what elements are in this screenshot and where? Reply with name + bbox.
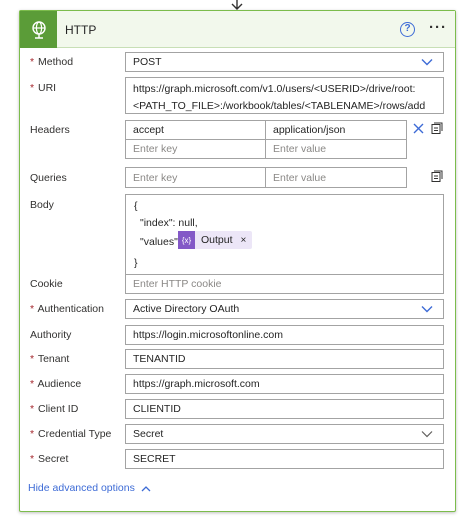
authority-label: Authority [30,329,72,341]
header-key-placeholder: Enter key [133,143,178,155]
authentication-dropdown[interactable]: Active Directory OAuth [125,299,444,319]
body-line-3: "values": [140,236,181,248]
queries-text-mode-icon[interactable] [431,170,443,182]
body-editor[interactable]: { "index": null, "values": {x} Output × … [125,194,444,277]
secret-label: * Secret [30,453,69,465]
token-remove-icon[interactable]: × [241,235,247,246]
cookie-label: Cookie [30,278,63,290]
method-value: POST [133,56,162,68]
header-value-placeholder: Enter value [273,143,327,155]
uri-label: * URI [30,82,57,94]
chevron-up-icon [141,485,151,491]
cookie-placeholder: Enter HTTP cookie [133,278,222,290]
switch-to-text-mode-icon[interactable] [431,122,443,134]
secret-input[interactable]: SECRET [125,449,444,469]
more-options-icon[interactable]: ··· [429,19,447,36]
header-value-value: application/json [273,124,346,136]
query-key-placeholder: Enter key [133,171,178,184]
card-header[interactable]: HTTP ? ··· [20,11,455,48]
audience-value: https://graph.microsoft.com [133,378,260,390]
authority-value: https://login.microsoftonline.com [133,329,283,341]
connector-arrow-icon [231,0,243,10]
help-icon[interactable]: ? [400,22,415,37]
dynamic-content-token[interactable]: {x} Output × [178,231,253,249]
body-label: Body [30,199,54,211]
body-line-4: } [134,257,138,269]
client-id-value: CLIENTID [133,403,181,415]
method-label: * Method [30,56,74,68]
chevron-down-icon [421,306,433,313]
client-id-input[interactable]: CLIENTID [125,399,444,419]
query-value-placeholder: Enter value [273,171,327,184]
header-key-value: accept [133,124,164,136]
uri-line-1: https://graph.microsoft.com/v1.0/users/<… [133,83,416,95]
header-key-input[interactable]: accept [125,120,266,140]
client-id-label: * Client ID [30,403,79,415]
globe-icon [20,11,57,48]
query-value-input[interactable]: Enter value [265,167,407,188]
authentication-label: * Authentication [30,303,104,315]
body-line-1: { [134,200,138,212]
query-key-input[interactable]: Enter key [125,167,266,188]
uri-input[interactable]: https://graph.microsoft.com/v1.0/users/<… [125,77,444,114]
headers-label: Headers [30,124,70,136]
credential-type-dropdown[interactable]: Secret [125,424,444,444]
card-title: HTTP [65,23,97,37]
tenant-value: TENANTID [133,353,186,365]
variable-icon: {x} [178,231,195,249]
hide-advanced-label: Hide advanced options [28,482,135,494]
hide-advanced-options-link[interactable]: Hide advanced options [28,482,151,494]
method-dropdown[interactable]: POST [125,52,444,72]
audience-label: * Audience [30,378,82,390]
chevron-down-icon [421,59,433,66]
credential-type-value: Secret [133,428,164,440]
tenant-input[interactable]: TENANTID [125,349,444,369]
audience-input[interactable]: https://graph.microsoft.com [125,374,444,394]
authority-input[interactable]: https://login.microsoftonline.com [125,325,444,345]
authentication-value: Active Directory OAuth [133,303,240,315]
uri-line-2: <PATH_TO_FILE>:/workbook/tables/<TABLENA… [133,100,426,112]
http-action-card: HTTP ? ··· * Method POST * URI https://g… [19,10,456,512]
header-value-input[interactable]: application/json [265,120,407,140]
secret-value: SECRET [133,453,176,465]
header-value-empty-input[interactable]: Enter value [265,139,407,159]
remove-header-icon[interactable] [413,123,424,134]
body-line-2: "index": null, [140,217,198,229]
token-label: Output [201,234,233,246]
cookie-input[interactable]: Enter HTTP cookie [125,274,444,294]
credential-type-label: * Credential Type [30,428,112,440]
tenant-label: * Tenant [30,353,70,365]
header-key-empty-input[interactable]: Enter key [125,139,266,159]
chevron-down-icon [421,431,433,438]
queries-label: Queries [30,172,67,184]
